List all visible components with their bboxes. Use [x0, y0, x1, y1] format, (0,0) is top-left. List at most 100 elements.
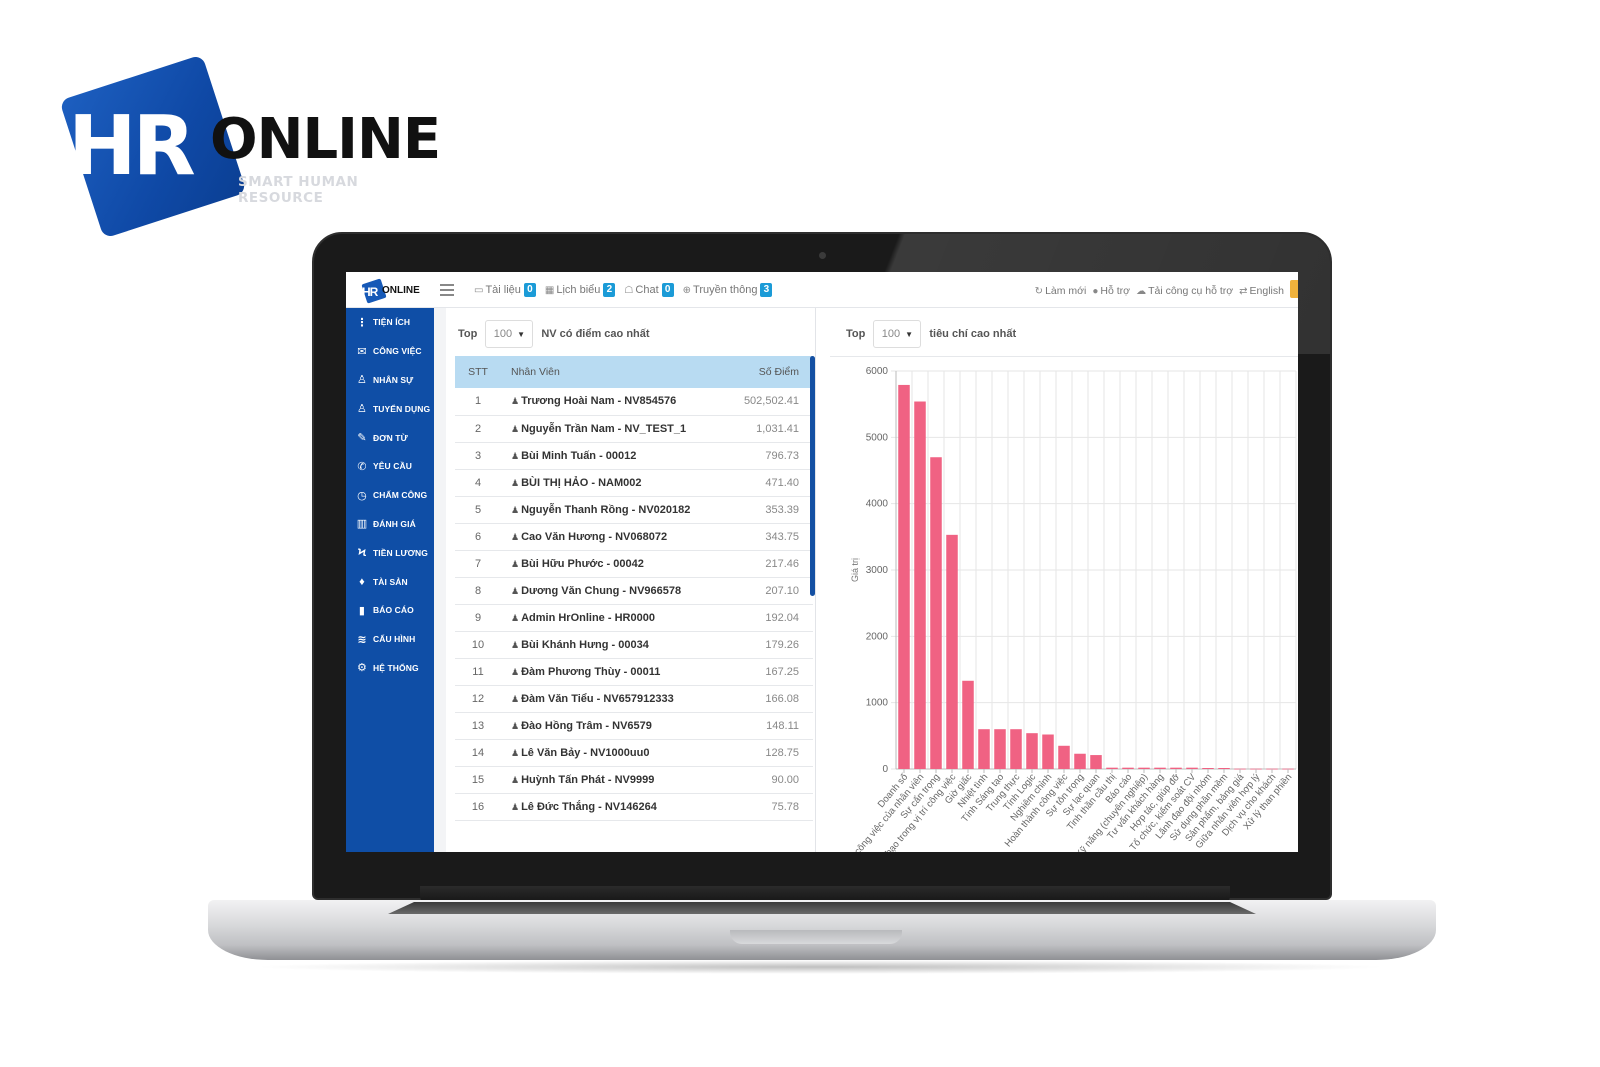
- table-row[interactable]: 5 ♟ Nguyễn Thanh Rồng - NV020182 353.39: [455, 496, 813, 524]
- table-row[interactable]: 9 ♟ Admin HrOnline - HR0000 192.04: [455, 604, 813, 632]
- app-logo-hr: HR: [362, 285, 378, 299]
- chart-bar[interactable]: [1074, 753, 1086, 769]
- sidebar-item-tasks[interactable]: ✉ Công việc: [346, 337, 434, 366]
- app-logo[interactable]: HR ONLINE: [360, 278, 424, 304]
- row-employee[interactable]: ♟ Nguyễn Thanh Rồng - NV020182: [501, 496, 733, 524]
- chart-bar[interactable]: [1058, 745, 1070, 769]
- table-row[interactable]: 8 ♟ Dương Văn Chung - NV966578 207.10: [455, 577, 813, 605]
- column-header-stt[interactable]: STT: [455, 356, 501, 388]
- sidebar-item-payroll[interactable]: ϟ Tiền lương: [346, 538, 434, 567]
- table-row[interactable]: 6 ♟ Cao Văn Hương - NV068072 343.75: [455, 523, 813, 551]
- row-employee-name: Huỳnh Tấn Phát - NV9999: [521, 773, 655, 786]
- row-employee[interactable]: ♟ Lê Văn Bảy - NV1000uu0: [501, 739, 733, 767]
- table-row[interactable]: 7 ♟ Bùi Hữu Phước - 00042 217.46: [455, 550, 813, 578]
- table-scrollbar[interactable]: [810, 356, 815, 596]
- refresh-label: Làm mới: [1045, 285, 1087, 297]
- nav-calendar[interactable]: ▦ Lịch biểu 2: [545, 283, 616, 297]
- chart-bar[interactable]: [978, 729, 990, 769]
- row-employee[interactable]: ♟ Admin HrOnline - HR0000: [501, 604, 733, 632]
- chart-bar[interactable]: [1170, 767, 1182, 769]
- sidebar-item-applications[interactable]: ✎ Đơn từ: [346, 423, 434, 452]
- sidebar-item-system[interactable]: ⚙ Hệ thống: [346, 654, 434, 683]
- table-row[interactable]: 2 ♟ Nguyễn Trần Nam - NV_TEST_1 1,031.41: [455, 415, 813, 443]
- table-row[interactable]: 11 ♟ Đàm Phương Thùy - 00011 167.25: [455, 658, 813, 686]
- chart-bar[interactable]: [1026, 733, 1038, 769]
- chart-bar[interactable]: [994, 729, 1006, 769]
- sidebar-item-configuration[interactable]: ≋ Cấu hình: [346, 625, 434, 654]
- sidebar-item-evaluation[interactable]: ▥ Đánh giá: [346, 510, 434, 539]
- table-scrollbar-thumb[interactable]: [810, 356, 815, 596]
- chart-bar[interactable]: [898, 384, 910, 769]
- row-employee[interactable]: ♟ Bùi Hữu Phước - 00042: [501, 550, 733, 578]
- table-row[interactable]: 13 ♟ Đào Hồng Trâm - NV6579 148.11: [455, 712, 813, 740]
- sidebar-item-utilities[interactable]: ⋮ Tiện ích: [346, 308, 434, 337]
- hamburger-icon[interactable]: [440, 284, 454, 296]
- sidebar-item-reports[interactable]: ▮ Báo cáo: [346, 596, 434, 625]
- row-employee[interactable]: ♟ Cao Văn Hương - NV068072: [501, 523, 733, 551]
- chart-bar[interactable]: [1106, 767, 1118, 769]
- row-employee[interactable]: ♟ Bùi Khánh Hưng - 00034: [501, 631, 733, 659]
- sidebar-item-label: Tuyển dụng: [373, 403, 431, 414]
- row-employee-name: Cao Văn Hương - NV068072: [521, 530, 668, 543]
- chart-bar[interactable]: [1090, 755, 1102, 769]
- table-row[interactable]: 15 ♟ Huỳnh Tấn Phát - NV9999 90.00: [455, 766, 813, 794]
- sidebar-item-assets[interactable]: ♦ Tài sản: [346, 567, 434, 596]
- chart-bar[interactable]: [1218, 768, 1230, 769]
- row-employee[interactable]: ♟ Huỳnh Tấn Phát - NV9999: [501, 766, 733, 794]
- sidebar-item-requests[interactable]: ✆ Yêu cầu: [346, 452, 434, 481]
- y-tick-label: 5000: [866, 432, 889, 443]
- chart-bar[interactable]: [946, 534, 958, 769]
- nav-chat[interactable]: ☖ Chat 0: [624, 283, 674, 297]
- chart-bar[interactable]: [1042, 734, 1054, 769]
- sidebar-item-personnel[interactable]: ♙ Nhân sự: [346, 366, 434, 395]
- nav-media[interactable]: ⊕ Truyền thông 3: [683, 283, 773, 297]
- row-employee-name: Nguyễn Thanh Rồng - NV020182: [521, 503, 691, 516]
- column-header-score[interactable]: Số Điểm: [733, 356, 813, 388]
- refresh-link[interactable]: ↻ Làm mới: [1035, 285, 1087, 297]
- row-employee[interactable]: ♟ Bùi Minh Tuấn - 00012: [501, 442, 733, 470]
- table-row[interactable]: 10 ♟ Bùi Khánh Hưng - 00034 179.26: [455, 631, 813, 659]
- chart-bar[interactable]: [1186, 767, 1198, 769]
- laptop-keyboard-edge: [388, 902, 1256, 914]
- chart-bar[interactable]: [1202, 768, 1214, 769]
- language-link[interactable]: ⇄ English: [1239, 285, 1284, 297]
- notification-tab[interactable]: [1290, 280, 1298, 298]
- logo-hr-text: HR: [68, 99, 196, 194]
- chart-bar[interactable]: [1154, 767, 1166, 769]
- support-link[interactable]: ● Hỗ trợ: [1092, 285, 1130, 297]
- sidebar-item-timekeeping[interactable]: ◷ Chấm công: [346, 481, 434, 510]
- sidebar-item-label: Đơn từ: [373, 432, 408, 443]
- table-row[interactable]: 1 ♟ Trương Hoài Nam - NV854576 502,502.41: [455, 388, 813, 416]
- user-icon: ♟: [511, 423, 520, 434]
- table-row[interactable]: 12 ♟ Đàm Văn Tiểu - NV657912333 166.08: [455, 685, 813, 713]
- top-criteria-panel: Top 100 ▼ tiêu chí cao nhất 0 1000 2000 300…: [830, 308, 1298, 852]
- chart-bar[interactable]: [962, 680, 974, 769]
- nav-documents[interactable]: ▭ Tài liệu 0: [474, 283, 536, 297]
- row-employee[interactable]: ♟ Đào Hồng Trâm - NV6579: [501, 712, 733, 740]
- table-row[interactable]: 14 ♟ Lê Văn Bảy - NV1000uu0 128.75: [455, 739, 813, 767]
- download-tools-link[interactable]: ☁ Tải công cụ hỗ trợ: [1136, 285, 1233, 297]
- table-row[interactable]: 16 ♟ Lê Đức Thắng - NV146264 75.78: [455, 793, 813, 821]
- top-criteria-count-select[interactable]: 100 ▼: [873, 320, 922, 348]
- chart-bar[interactable]: [930, 457, 942, 769]
- chart-bar[interactable]: [1138, 767, 1150, 769]
- nav-chat-label: Chat: [635, 284, 659, 296]
- column-header-employee[interactable]: Nhân Viên: [501, 356, 733, 388]
- table-row[interactable]: 4 ♟ BÙI THỊ HẢO - NAM002 471.40: [455, 469, 813, 497]
- row-employee[interactable]: ♟ Lê Đức Thắng - NV146264: [501, 793, 733, 821]
- chart-bar[interactable]: [1010, 729, 1022, 769]
- row-employee[interactable]: ♟ BÙI THỊ HẢO - NAM002: [501, 469, 733, 497]
- top-count-select[interactable]: 100 ▼: [485, 320, 534, 348]
- table-row[interactable]: 3 ♟ Bùi Minh Tuấn - 00012 796.73: [455, 442, 813, 470]
- row-employee[interactable]: ♟ Đàm Văn Tiểu - NV657912333: [501, 685, 733, 713]
- row-stt: 11: [455, 658, 501, 686]
- row-employee[interactable]: ♟ Nguyễn Trần Nam - NV_TEST_1: [501, 415, 733, 443]
- chart-bar[interactable]: [914, 401, 926, 769]
- sidebar-item-recruitment[interactable]: ♙ Tuyển dụng: [346, 394, 434, 423]
- row-employee[interactable]: ♟ Đàm Phương Thùy - 00011: [501, 658, 733, 686]
- y-tick-label: 6000: [866, 366, 889, 377]
- chart-bar[interactable]: [1122, 767, 1134, 769]
- row-employee[interactable]: ♟ Dương Văn Chung - NV966578: [501, 577, 733, 605]
- row-employee[interactable]: ♟ Trương Hoài Nam - NV854576: [501, 388, 733, 416]
- row-employee-name: Admin HrOnline - HR0000: [521, 611, 655, 624]
